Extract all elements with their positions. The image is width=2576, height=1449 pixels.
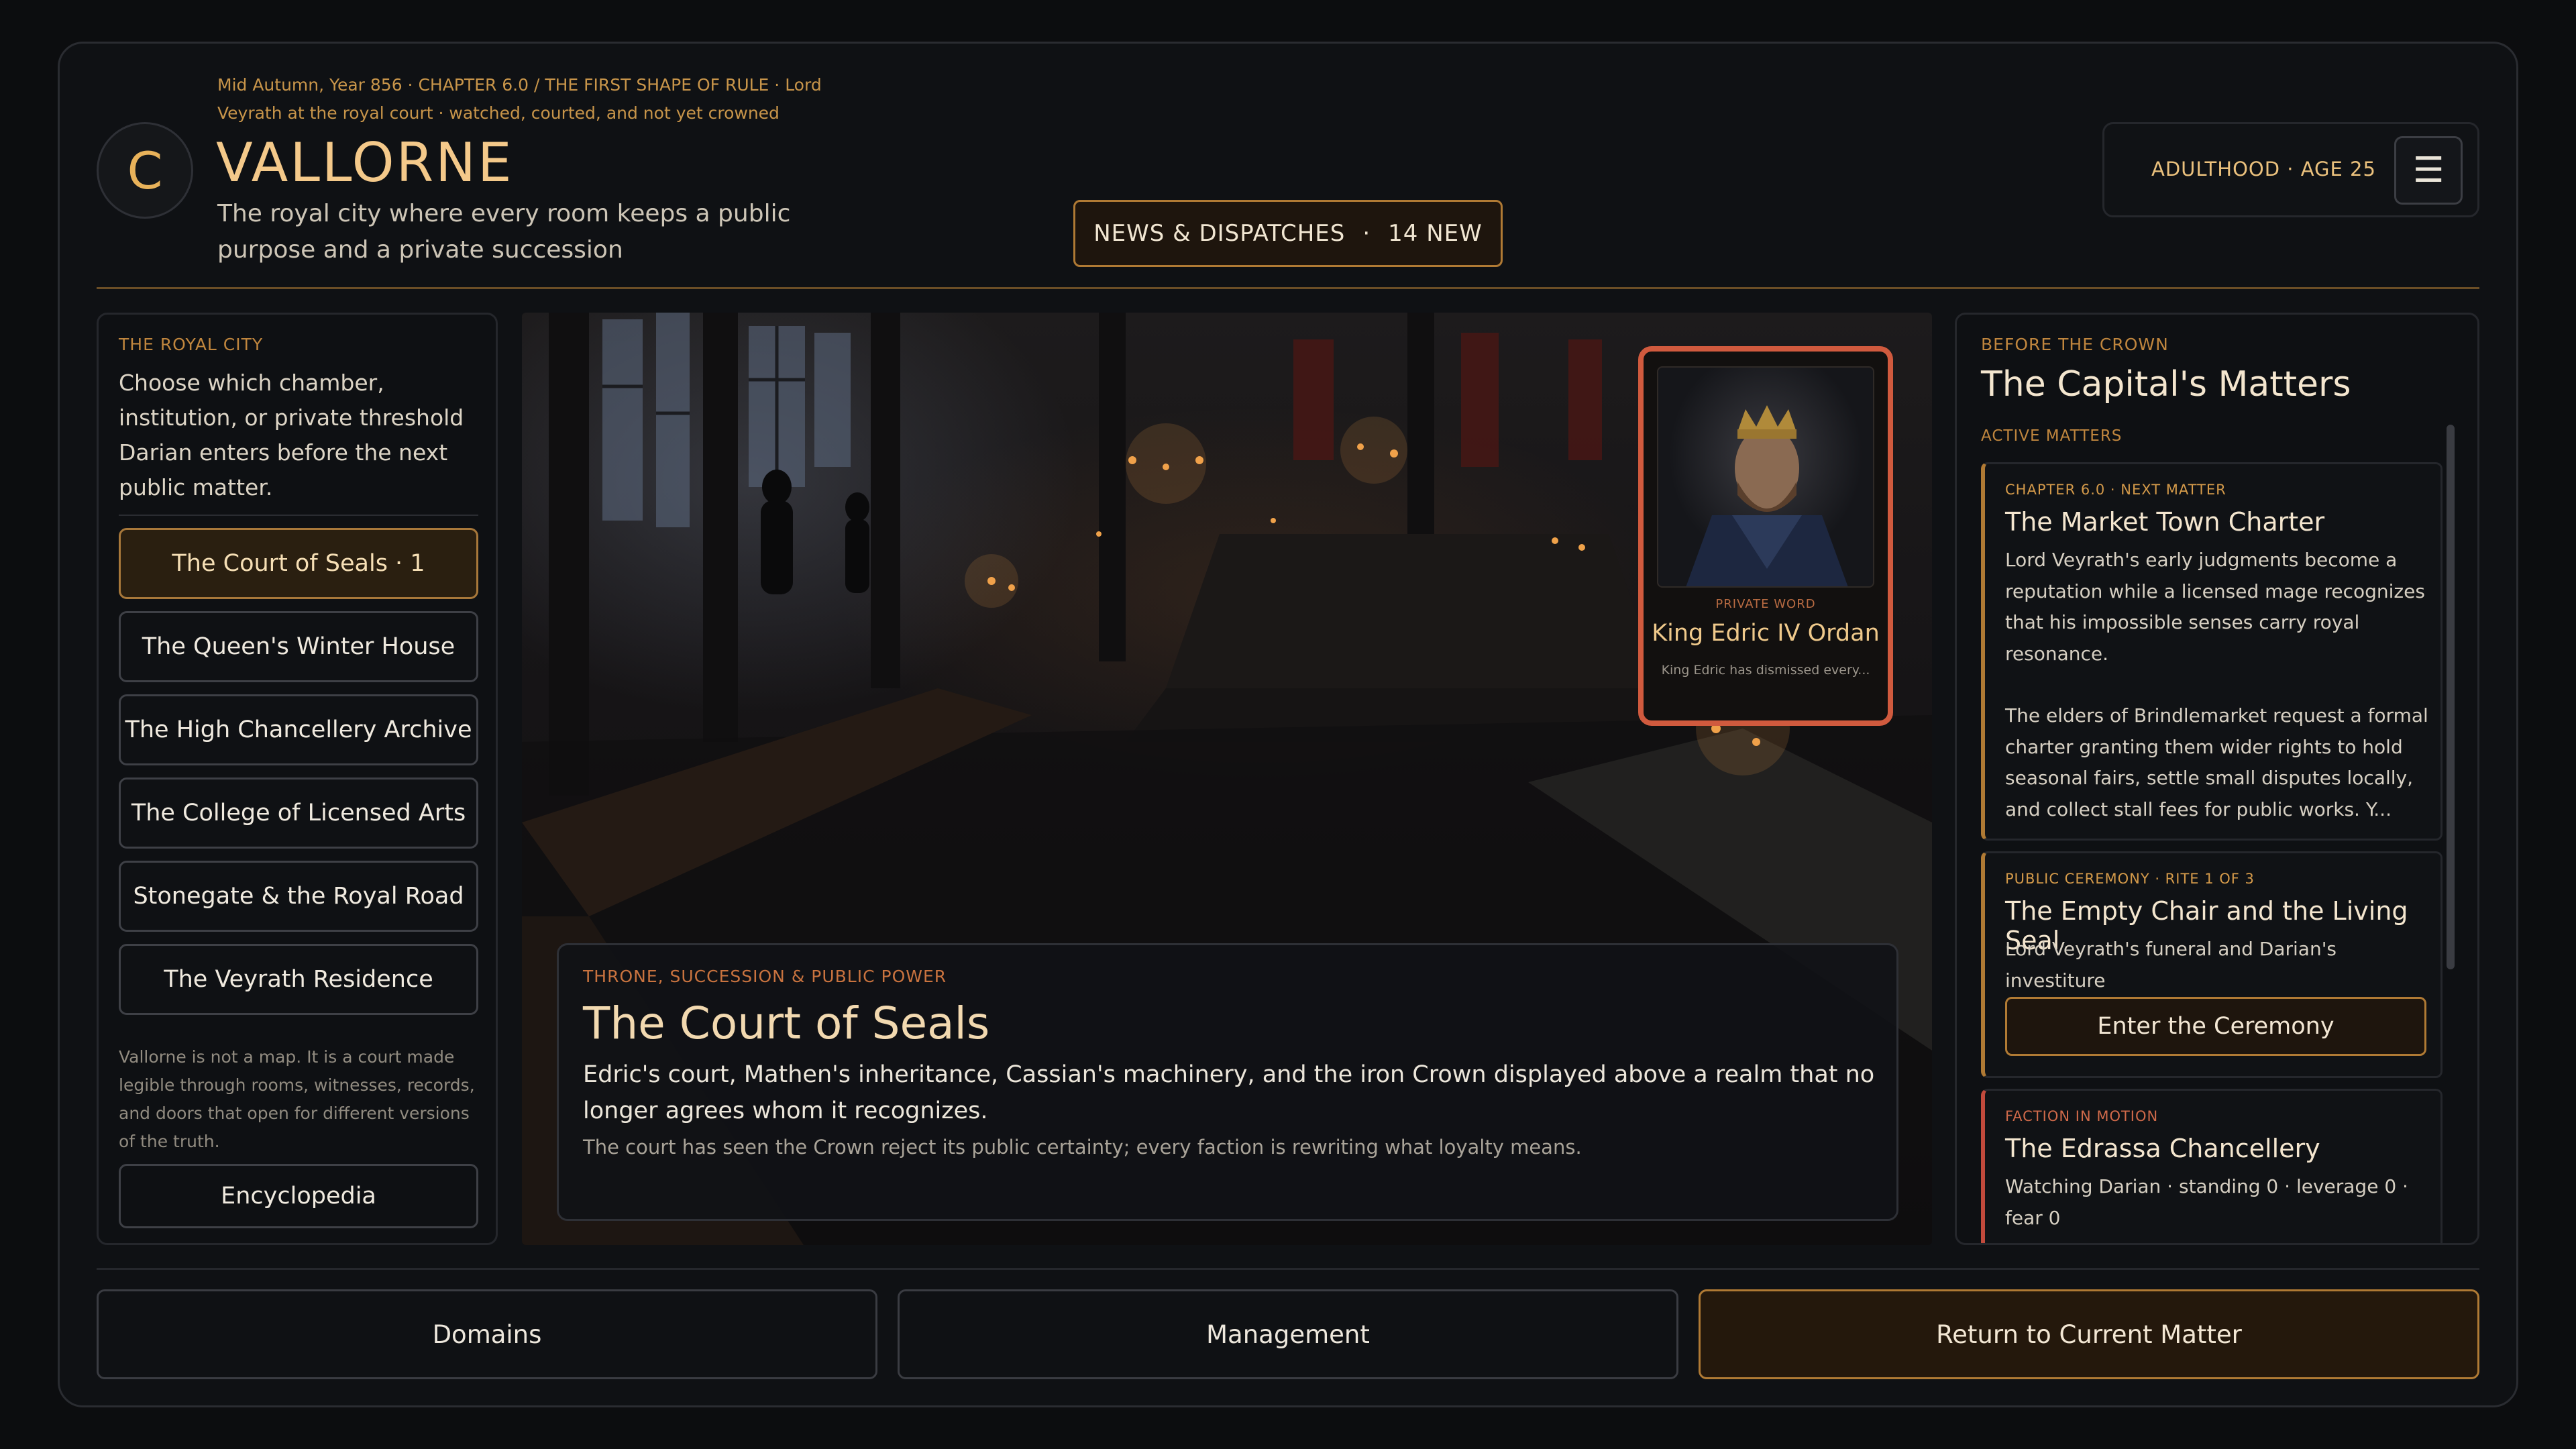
matter-title: The Market Town Charter xyxy=(2005,507,2325,537)
news-count: 14 NEW xyxy=(1388,220,1483,247)
house-crest: C xyxy=(97,122,193,219)
matter-body: Lord Veyrath's early judgments become a … xyxy=(2005,549,2425,665)
news-separator: · xyxy=(1362,220,1371,247)
left-intro: Choose which chamber, institution, or pr… xyxy=(119,370,464,500)
capital-matters-panel: BEFORE THE CROWN The Capital's Matters A… xyxy=(1955,313,2479,1245)
crest-letter: C xyxy=(127,140,163,201)
scene-subtext: The court has seen the Crown reject its … xyxy=(583,1136,1582,1159)
city-subtitle: The royal city where every room keeps a … xyxy=(217,200,791,264)
location-stonegate-royal-road[interactable]: Stonegate & the Royal Road xyxy=(119,861,478,932)
scene-eyebrow: THRONE, SUCCESSION & PUBLIC POWER xyxy=(583,967,947,986)
matter-card[interactable]: CHAPTER 6.0 · NEXT MATTER The Market Tow… xyxy=(1981,462,2443,841)
age-panel: ADULTHOOD · AGE 25 ☰ xyxy=(2102,122,2479,217)
location-college-of-licensed-arts[interactable]: The College of Licensed Arts xyxy=(119,777,478,849)
matter-body: Watching Darian · standing 0 · leverage … xyxy=(2005,1175,2408,1229)
header-divider xyxy=(97,287,2479,289)
menu-button[interactable]: ☰ xyxy=(2394,136,2463,205)
royal-city-panel: THE ROYAL CITY Choose which chamber, ins… xyxy=(97,313,498,1245)
left-divider xyxy=(119,515,478,516)
portrait-text: King Edric has dismissed every... xyxy=(1661,663,1870,678)
private-word-card[interactable]: PRIVATE WORD King Edric IV Ordan King Ed… xyxy=(1638,346,1893,726)
location-queens-winter-house[interactable]: The Queen's Winter House xyxy=(119,611,478,682)
domains-button[interactable]: Domains xyxy=(97,1289,877,1379)
age-label: ADULTHOOD · AGE 25 xyxy=(2151,158,2376,180)
scene-view: PRIVATE WORD King Edric IV Ordan King Ed… xyxy=(522,313,1932,1245)
hamburger-menu-icon: ☰ xyxy=(2412,150,2445,191)
scene-title: The Court of Seals xyxy=(583,998,990,1049)
left-note: Vallorne is not a map. It is a court mad… xyxy=(119,1047,475,1151)
matter-eyebrow: FACTION IN MOTION xyxy=(2005,1108,2159,1124)
matter-card[interactable]: PUBLIC CEREMONY · RITE 1 OF 3 The Empty … xyxy=(1981,851,2443,1078)
matter-body: Lord Veyrath's funeral and Darian's inve… xyxy=(2005,938,2337,991)
matter-eyebrow: PUBLIC CEREMONY · RITE 1 OF 3 xyxy=(2005,871,2255,887)
portrait-eyebrow: PRIVATE WORD xyxy=(1715,597,1816,611)
chapter-meta: Mid Autumn, Year 856 · CHAPTER 6.0 / THE… xyxy=(217,75,822,123)
right-title: The Capital's Matters xyxy=(1981,364,2351,405)
management-button[interactable]: Management xyxy=(898,1289,1678,1379)
matter-title: The Edrassa Chancellery xyxy=(2005,1134,2320,1163)
location-court-of-seals[interactable]: The Court of Seals · 1 xyxy=(119,528,478,599)
matter-body-detail: The elders of Brindlemarket request a fo… xyxy=(2005,704,2428,820)
active-matters-label: ACTIVE MATTERS xyxy=(1981,427,2123,445)
footer-divider xyxy=(97,1268,2479,1270)
location-high-chancellery-archive[interactable]: The High Chancellery Archive xyxy=(119,694,478,765)
city-title: VALLORNE xyxy=(216,131,514,194)
portrait-name: King Edric IV Ordan xyxy=(1652,620,1880,647)
enter-ceremony-button[interactable]: Enter the Ceremony xyxy=(2005,997,2426,1056)
matter-card[interactable]: FACTION IN MOTION The Edrassa Chanceller… xyxy=(1981,1089,2443,1243)
return-to-current-matter-button[interactable]: Return to Current Matter xyxy=(1699,1289,2479,1379)
matters-scrollbar[interactable] xyxy=(2447,425,2455,969)
matter-eyebrow: CHAPTER 6.0 · NEXT MATTER xyxy=(2005,482,2226,498)
scene-info-panel: THRONE, SUCCESSION & PUBLIC POWER The Co… xyxy=(557,943,1898,1221)
right-eyebrow: BEFORE THE CROWN xyxy=(1981,335,2169,354)
news-label: NEWS & DISPATCHES xyxy=(1093,220,1346,247)
left-eyebrow: THE ROYAL CITY xyxy=(119,335,264,354)
encyclopedia-button[interactable]: Encyclopedia xyxy=(119,1164,478,1228)
king-edric-portrait xyxy=(1657,366,1874,588)
scene-description: Edric's court, Mathen's inheritance, Cas… xyxy=(583,1061,1875,1124)
news-dispatches-button[interactable]: NEWS & DISPATCHES · 14 NEW xyxy=(1073,200,1503,267)
location-veyrath-residence[interactable]: The Veyrath Residence xyxy=(119,944,478,1015)
